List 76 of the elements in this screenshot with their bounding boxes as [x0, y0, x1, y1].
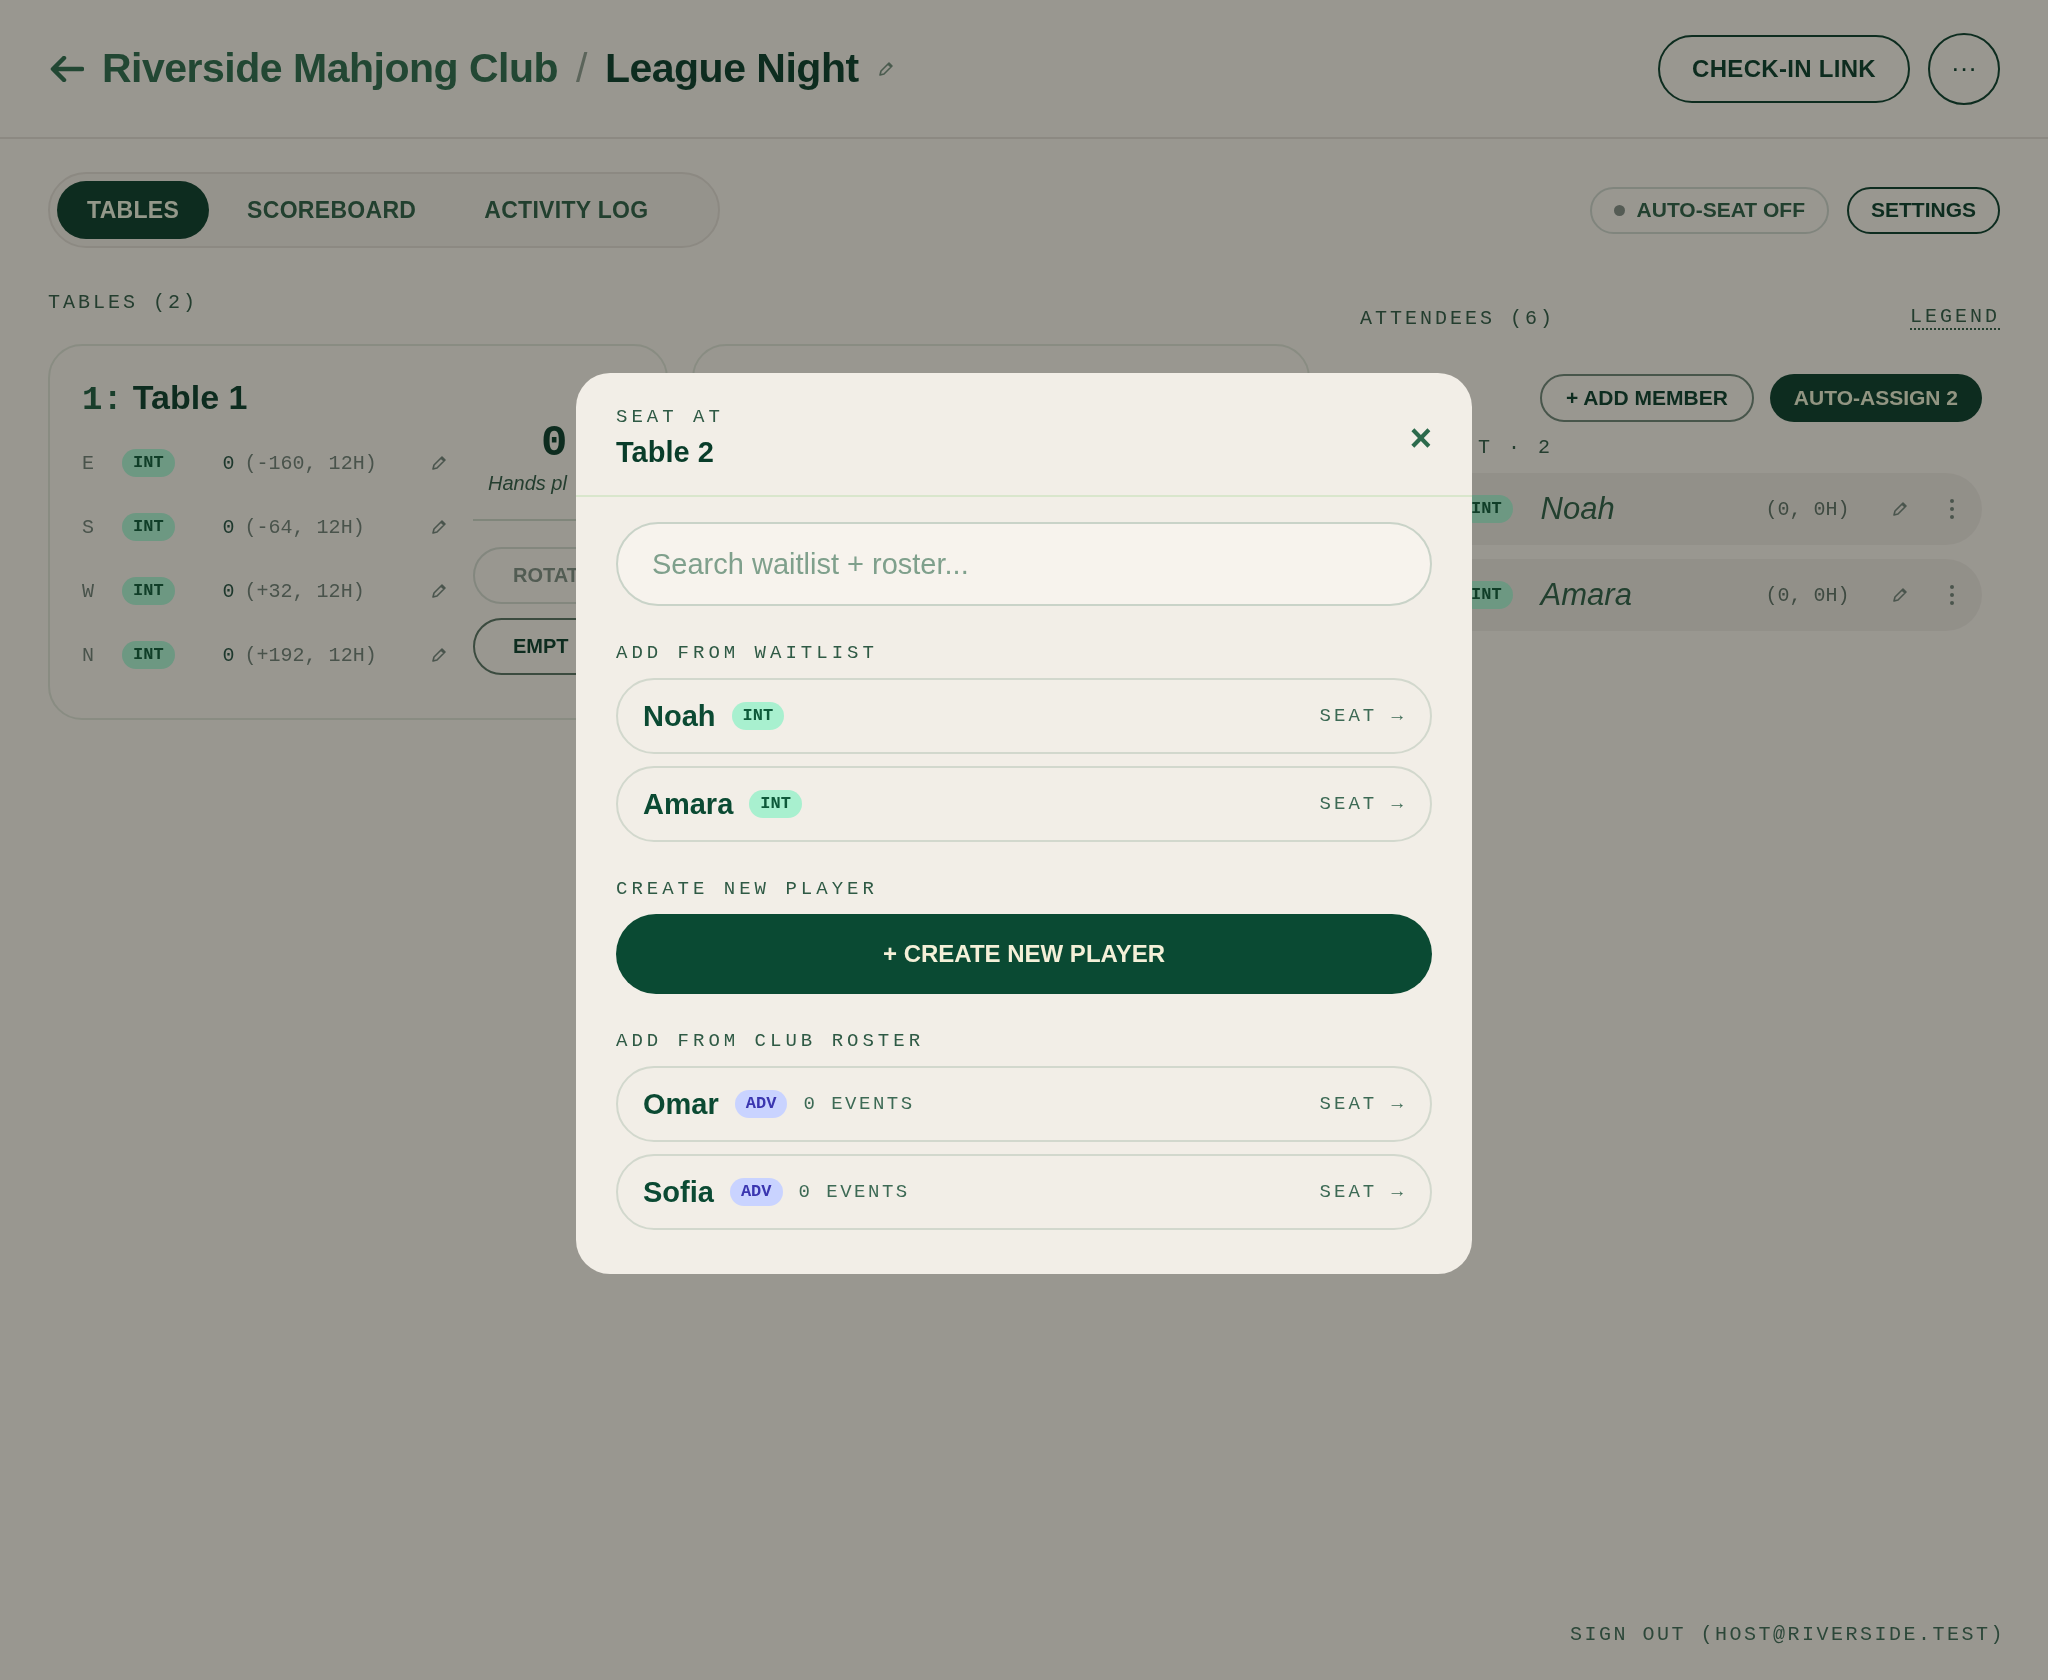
seat-points: 0 — [222, 643, 236, 667]
breadcrumb-link[interactable]: Riverside Mahjong Club — [102, 45, 558, 92]
section-heading: TABLES (2) — [48, 291, 200, 314]
level-badge: ADV — [734, 1090, 788, 1118]
kebab-menu-icon — [1948, 584, 1955, 606]
create-player-button[interactable]: + CREATE NEW PLAYER — [616, 914, 1432, 994]
tab[interactable]: ACTIVITY LOG — [454, 181, 679, 239]
seat-points: 0 — [222, 579, 236, 603]
search-field[interactable]: Search waitlist + roster... — [616, 522, 1432, 606]
level-badge: INT — [122, 449, 175, 477]
table-number: 1: — [82, 381, 123, 419]
level-badge: INT — [122, 641, 175, 669]
attendee-stats: (0, 0H) — [1765, 583, 1851, 607]
attendee-stats: (0, 0H) — [1765, 497, 1851, 521]
level-badge: INT — [122, 577, 175, 605]
seat-score-detail: (-160, 12H) — [244, 451, 378, 475]
close-button[interactable]: × — [1409, 418, 1432, 457]
wind-label: W — [82, 579, 95, 603]
hands-label: Hands pl — [486, 472, 567, 495]
wind-label: S — [82, 515, 95, 539]
pencil-icon — [429, 646, 448, 664]
seat-link[interactable]: SEAT → — [1319, 1181, 1406, 1203]
seat-score-detail: (+192, 12H) — [244, 643, 378, 667]
sign-out-link[interactable]: SIGN OUT (HOST@RIVERSIDE.TEST) — [1569, 1623, 2005, 1646]
breadcrumb-separator: / — [576, 45, 587, 92]
player-name: Omar — [643, 1087, 719, 1121]
event-count: 0 EVENTS — [803, 1093, 915, 1115]
section-heading: CREATE NEW PLAYER — [616, 878, 879, 900]
page-title: League Night — [604, 45, 859, 92]
back-arrow-icon — [50, 55, 84, 82]
dialog-title: Table 2 — [616, 436, 715, 469]
player-row[interactable]: Noah INT SEAT → — [616, 678, 1432, 754]
seat-points: 0 — [222, 515, 236, 539]
level-badge: INT — [749, 790, 802, 818]
player-name: Sofia — [643, 1175, 714, 1209]
seat-points: 0 — [222, 451, 236, 475]
auto-assign-button[interactable]: AUTO-ASSIGN 2 — [1769, 374, 1982, 422]
auto-seat-toggle[interactable]: AUTO-SEAT OFF — [1589, 186, 1829, 234]
kebab-menu-icon — [1948, 498, 1955, 520]
pencil-icon — [429, 518, 448, 536]
level-badge: INT — [731, 702, 785, 730]
wind-label: E — [82, 451, 95, 475]
wind-label: N — [82, 643, 95, 667]
player-row[interactable]: Amara INT SEAT → — [616, 766, 1432, 842]
dialog-eyebrow: SEAT AT — [616, 406, 724, 428]
event-count: 0 EVENTS — [798, 1181, 910, 1203]
pencil-icon — [1890, 586, 1909, 604]
tab[interactable]: SCOREBOARD — [217, 181, 447, 239]
seat-score-detail: (+32, 12H) — [244, 579, 366, 603]
hands-count: 0 — [539, 418, 568, 468]
level-badge: ADV — [729, 1178, 783, 1206]
pencil-icon — [429, 454, 448, 472]
tab[interactable]: TABLES — [57, 181, 210, 239]
level-badge: INT — [122, 513, 175, 541]
section-heading: ATTENDEES (6) — [1360, 307, 1556, 330]
seat-score-detail: (-64, 12H) — [244, 515, 366, 539]
settings-button[interactable]: SETTINGS — [1847, 186, 2000, 234]
attendee-name: Noah — [1540, 491, 1616, 527]
player-name: Amara — [643, 787, 734, 821]
more-button[interactable]: ··· — [1928, 32, 2000, 105]
add-member-button[interactable]: + ADD MEMBER — [1539, 374, 1754, 422]
attendee-name: Amara — [1540, 577, 1633, 613]
seat-link[interactable]: SEAT → — [1319, 705, 1406, 727]
player-name: Noah — [643, 699, 716, 733]
waitlist-heading: T · 2 — [1478, 436, 1554, 459]
player-row[interactable]: Sofia ADV 0 EVENTS SEAT → — [616, 1154, 1432, 1230]
check-in-link-button[interactable]: CHECK-IN LINK — [1658, 34, 1910, 103]
section-heading: ADD FROM CLUB ROSTER — [616, 1030, 926, 1052]
seat-link[interactable]: SEAT → — [1319, 1093, 1406, 1115]
pencil-icon — [1890, 500, 1909, 518]
seat-link[interactable]: SEAT → — [1319, 793, 1406, 815]
table-title: Table 1 — [132, 378, 248, 417]
legend-link[interactable]: LEGEND — [1910, 305, 2000, 330]
pencil-icon — [429, 582, 448, 600]
player-row[interactable]: Omar ADV 0 EVENTS SEAT → — [616, 1066, 1432, 1142]
pencil-icon — [876, 59, 895, 78]
